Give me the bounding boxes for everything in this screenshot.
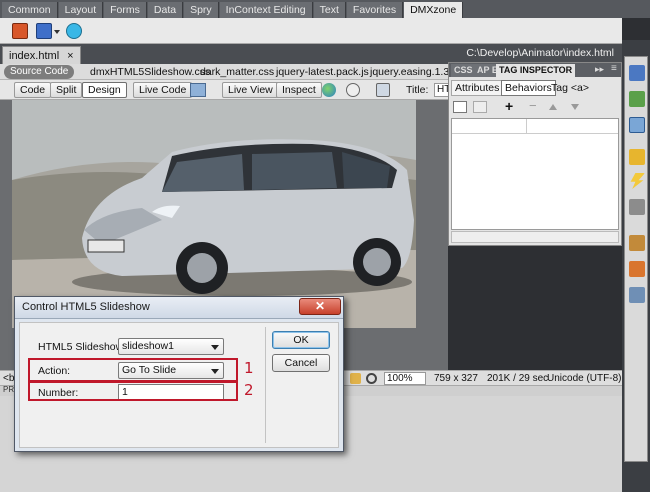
- panel-tab-tag-inspector[interactable]: TAG INSPECTOR: [496, 64, 576, 77]
- document-tab-label: index.html: [9, 49, 60, 62]
- behaviors-tab[interactable]: Behaviors: [501, 80, 556, 96]
- tag-label: Tag <a>: [551, 82, 589, 94]
- databases-icon[interactable]: [629, 65, 645, 81]
- move-down-icon[interactable]: [571, 104, 579, 110]
- refresh-icon[interactable]: [376, 83, 390, 97]
- split-view-button[interactable]: Split: [50, 82, 83, 98]
- dialog-separator: [265, 327, 266, 443]
- show-set-events-icon[interactable]: [453, 101, 467, 113]
- eye-icon[interactable]: [346, 83, 360, 97]
- title-label: Title:: [406, 84, 429, 96]
- related-file-jquery-latest[interactable]: jquery-latest.pack.js: [276, 65, 369, 79]
- show-all-events-icon[interactable]: [473, 101, 487, 113]
- insert-tab-favorites[interactable]: Favorites: [346, 2, 404, 18]
- chevron-down-icon[interactable]: [54, 30, 60, 34]
- insert-tab-incontext-editing[interactable]: InContext Editing: [219, 2, 313, 18]
- insert-tab-text[interactable]: Text: [313, 2, 346, 18]
- dialog-titlebar[interactable]: Control HTML5 Slideshow ✕: [15, 297, 343, 319]
- bindings-icon[interactable]: [629, 91, 645, 107]
- hand-tool-icon[interactable]: [350, 373, 361, 384]
- insert-tab-data[interactable]: Data: [147, 2, 184, 18]
- tag-selector[interactable]: <b: [3, 372, 14, 385]
- icon-dock: [624, 56, 648, 462]
- zoom-tool-icon[interactable]: [366, 373, 377, 384]
- dialog-body: HTML5 Slideshow: slideshow1 Action: Go T…: [19, 322, 339, 448]
- check-browser-icon[interactable]: [190, 83, 206, 97]
- dmx-slideshow-icon[interactable]: [36, 23, 52, 39]
- remove-behavior-icon[interactable]: −: [529, 98, 537, 113]
- document-toolbar: Code Split Design Live Code Live View In…: [0, 80, 448, 100]
- insert-bar: [0, 18, 622, 44]
- close-icon[interactable]: ×: [67, 48, 73, 64]
- tag-inspector-panel: CSS AP E TAG INSPECTOR ▸▸ ≡ Attributes B…: [448, 62, 622, 246]
- panel-tab-strip: CSS AP E TAG INSPECTOR ▸▸ ≡: [449, 63, 621, 77]
- source-code-button[interactable]: Source Code: [4, 65, 75, 79]
- slideshow-select[interactable]: slideshow1: [118, 338, 224, 355]
- server-behaviors-icon[interactable]: [629, 117, 645, 133]
- related-file-slideshow-css[interactable]: dmxHTML5Slideshow.css: [90, 65, 210, 79]
- add-behavior-icon[interactable]: +: [505, 98, 513, 114]
- dmx-html5-icon[interactable]: [66, 23, 82, 39]
- panel-expand-icon[interactable]: ▸▸: [595, 64, 604, 75]
- callout-number-1: 1: [244, 359, 254, 377]
- panel-menu-icon[interactable]: ≡: [611, 63, 617, 74]
- insert-tab-dmxzone[interactable]: DMXzone: [404, 2, 464, 18]
- dialog-title: Control HTML5 Slideshow: [22, 301, 150, 313]
- zoom-select[interactable]: 100%: [384, 372, 426, 385]
- dialog-close-button[interactable]: ✕: [299, 298, 341, 315]
- control-slideshow-dialog: Control HTML5 Slideshow ✕ HTML5 Slidesho…: [14, 296, 344, 452]
- design-view-button[interactable]: Design: [82, 82, 127, 98]
- attributes-tab[interactable]: Attributes: [451, 80, 504, 96]
- document-path: C:\Develop\Animator\index.html: [466, 47, 614, 59]
- callout-number-2: 2: [244, 381, 254, 399]
- globe-icon[interactable]: [322, 83, 336, 97]
- insert-tab-spry[interactable]: Spry: [184, 2, 219, 18]
- callout-box-action: [28, 358, 238, 382]
- snippets-icon[interactable]: [630, 173, 645, 189]
- insert-tab-layout[interactable]: Layout: [58, 2, 104, 18]
- horizontal-scrollbar[interactable]: [451, 231, 619, 243]
- related-files-bar: Source Code dmxHTML5Slideshow.css dark_m…: [0, 64, 448, 80]
- tag-library-icon[interactable]: [629, 199, 645, 215]
- assets-icon[interactable]: [629, 261, 645, 277]
- chevron-down-icon: [211, 345, 219, 350]
- document-tab[interactable]: index.html ×: [2, 46, 81, 64]
- inspect-button[interactable]: Inspect: [276, 82, 322, 98]
- slideshow-select-value: slideshow1: [122, 340, 174, 352]
- download-size: 201K / 29 sec: [487, 373, 549, 384]
- slideshow-image: [12, 100, 416, 328]
- car-photo: [12, 100, 416, 328]
- cancel-button[interactable]: Cancel: [272, 354, 330, 372]
- slideshow-label: HTML5 Slideshow:: [38, 341, 127, 353]
- column-divider: [526, 119, 527, 133]
- live-view-button[interactable]: Live View: [222, 82, 279, 98]
- insert-tab-forms[interactable]: Forms: [104, 2, 147, 18]
- callout-box-number: [28, 381, 238, 401]
- title-field[interactable]: HTM: [434, 83, 448, 97]
- code-view-button[interactable]: Code: [14, 82, 52, 98]
- dmx-movie-icon[interactable]: [12, 23, 28, 39]
- document-tab-strip: index.html × C:\Develop\Animator\index.h…: [0, 44, 622, 64]
- related-file-jquery-easing[interactable]: jquery.easing.1.3.js: [370, 65, 448, 79]
- encoding: Unicode (UTF-8): [547, 373, 622, 384]
- files-icon[interactable]: [629, 235, 645, 251]
- insert-tab-common[interactable]: Common: [2, 2, 58, 18]
- components-icon[interactable]: [629, 149, 645, 165]
- history-icon[interactable]: [629, 287, 645, 303]
- window-size[interactable]: 759 x 327: [434, 372, 478, 385]
- insert-bar-tabs: Common Layout Forms Data Spry InContext …: [0, 0, 650, 18]
- live-code-button[interactable]: Live Code: [133, 82, 193, 98]
- behaviors-list[interactable]: [451, 118, 619, 230]
- ok-button[interactable]: OK: [272, 331, 330, 349]
- move-up-icon[interactable]: [549, 104, 557, 110]
- list-divider: [452, 133, 618, 134]
- properties-label: PR: [3, 385, 15, 394]
- panel-tab-css[interactable]: CSS: [451, 64, 476, 77]
- related-file-dark-matter-css[interactable]: dark_matter.css: [200, 65, 274, 79]
